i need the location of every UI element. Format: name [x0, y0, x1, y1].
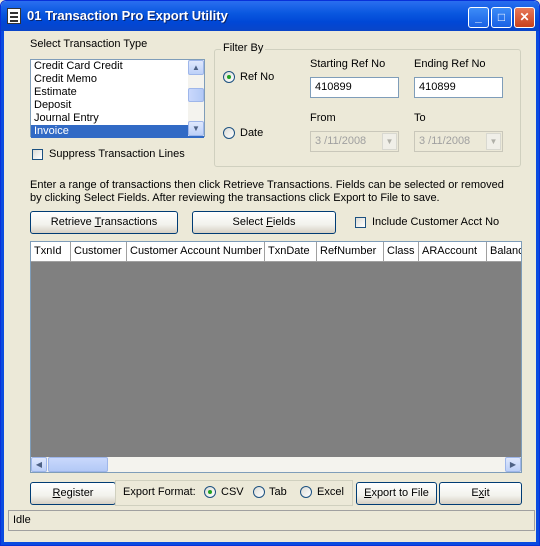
- scroll-left-icon[interactable]: ◀: [31, 457, 47, 472]
- export-to-file-button[interactable]: Export to File: [356, 482, 437, 505]
- app-window: 01 Transaction Pro Export Utility _ □ ✕ …: [0, 0, 540, 546]
- ending-ref-input[interactable]: 410899: [414, 77, 503, 98]
- csv-label: CSV: [221, 486, 244, 498]
- ref-no-radio[interactable]: [223, 71, 235, 83]
- column-header[interactable]: TxnDate: [265, 242, 317, 261]
- close-button[interactable]: ✕: [514, 7, 535, 28]
- suppress-lines-label: Suppress Transaction Lines: [49, 148, 185, 160]
- to-label: To: [414, 112, 426, 124]
- minimize-button[interactable]: _: [468, 7, 489, 28]
- include-customer-label: Include Customer Acct No: [372, 216, 500, 228]
- column-header[interactable]: ARAccount: [419, 242, 487, 261]
- column-header[interactable]: Customer: [71, 242, 127, 261]
- retrieve-label-pre: Retrieve: [50, 216, 95, 228]
- column-header[interactable]: Class: [384, 242, 419, 261]
- select-label-accesskey: F: [266, 216, 273, 228]
- status-text: Idle: [13, 514, 31, 526]
- ref-no-label: Ref No: [240, 71, 275, 83]
- list-item[interactable]: Estimate: [31, 86, 204, 99]
- retrieve-transactions-button[interactable]: Retrieve Transactions: [30, 211, 178, 234]
- list-item[interactable]: Credit Card Credit: [31, 60, 204, 73]
- retrieve-label-post: ransactions: [100, 216, 158, 228]
- date-radio[interactable]: [223, 127, 235, 139]
- ending-ref-label: Ending Ref No: [414, 58, 486, 70]
- list-item[interactable]: Credit Memo: [31, 73, 204, 86]
- exit-label-post: it: [484, 487, 490, 499]
- select-fields-button[interactable]: Select Fields: [192, 211, 336, 234]
- select-label-pre: Select: [232, 216, 267, 228]
- chevron-down-icon[interactable]: ▼: [382, 133, 397, 150]
- title-bar[interactable]: 01 Transaction Pro Export Utility _ □ ✕: [1, 1, 539, 31]
- exit-button[interactable]: Exit: [439, 482, 522, 505]
- from-date-picker[interactable]: 3 /11/2008 ▼: [310, 131, 399, 152]
- app-icon: [7, 8, 21, 24]
- status-bar: Idle: [8, 510, 535, 531]
- export-format-label: Export Format:: [123, 486, 196, 498]
- starting-ref-label: Starting Ref No: [310, 58, 386, 70]
- tab-label: Tab: [269, 486, 287, 498]
- from-label: From: [310, 112, 336, 124]
- column-header[interactable]: Balance: [487, 242, 521, 261]
- list-item[interactable]: Journal Entry: [31, 112, 204, 125]
- maximize-button[interactable]: □: [491, 7, 512, 28]
- include-customer-checkbox[interactable]: [355, 217, 366, 228]
- excel-label: Excel: [317, 486, 344, 498]
- grid-horizontal-scrollbar[interactable]: ◀ ▶: [31, 457, 521, 472]
- window-title: 01 Transaction Pro Export Utility: [27, 8, 228, 23]
- scroll-up-icon[interactable]: ▲: [188, 60, 204, 75]
- from-date-value: 3 /11/2008: [315, 135, 367, 147]
- scroll-right-icon[interactable]: ▶: [505, 457, 521, 472]
- list-item-selected[interactable]: Invoice: [31, 125, 204, 138]
- chevron-down-icon[interactable]: ▼: [486, 133, 501, 150]
- scroll-thumb[interactable]: [48, 457, 108, 472]
- exit-label-pre: E: [471, 487, 479, 499]
- column-header[interactable]: Customer Account Number: [127, 242, 265, 261]
- to-date-value: 3 /11/2008: [419, 135, 471, 147]
- starting-ref-input[interactable]: 410899: [310, 77, 399, 98]
- scroll-down-icon[interactable]: ▼: [188, 121, 204, 136]
- filter-group-title: Filter By: [221, 42, 266, 54]
- transaction-type-list[interactable]: Credit Card Credit Credit Memo Estimate …: [30, 59, 205, 138]
- export-label-post: xport to File: [371, 487, 429, 499]
- csv-radio[interactable]: [204, 486, 216, 498]
- transaction-type-label: Select Transaction Type: [30, 38, 148, 50]
- excel-radio[interactable]: [300, 486, 312, 498]
- suppress-lines-checkbox[interactable]: [32, 149, 43, 160]
- instructions-text: Enter a range of transactions then click…: [30, 179, 504, 204]
- select-label-post: ields: [272, 216, 296, 228]
- grid-header: TxnId Customer Customer Account Number T…: [31, 242, 521, 262]
- transactions-grid[interactable]: TxnId Customer Customer Account Number T…: [30, 241, 522, 473]
- column-header[interactable]: RefNumber: [317, 242, 384, 261]
- to-date-picker[interactable]: 3 /11/2008 ▼: [414, 131, 503, 152]
- scroll-thumb[interactable]: [188, 88, 204, 102]
- column-header[interactable]: TxnId: [31, 242, 71, 261]
- tab-radio[interactable]: [253, 486, 265, 498]
- register-button[interactable]: Register: [30, 482, 116, 505]
- date-label: Date: [240, 127, 264, 139]
- list-scrollbar[interactable]: ▲ ▼: [188, 60, 204, 136]
- list-item[interactable]: Deposit: [31, 99, 204, 112]
- register-label-post: egister: [60, 487, 94, 499]
